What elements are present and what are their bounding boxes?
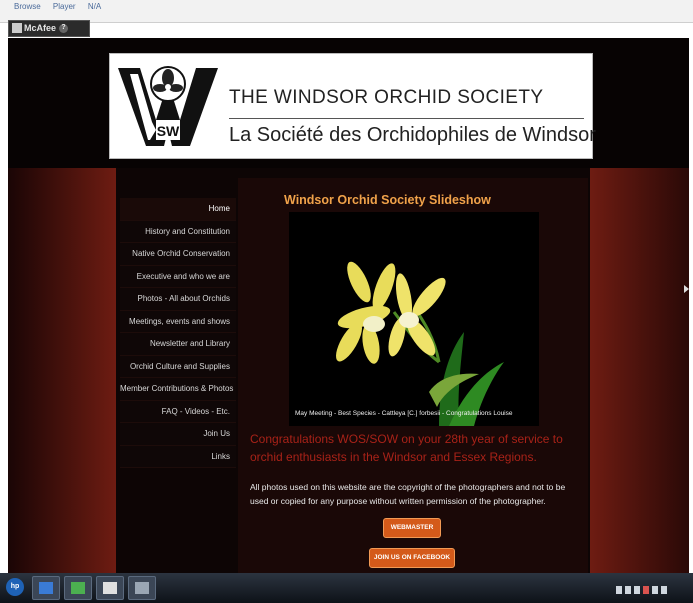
system-tray[interactable]	[616, 581, 670, 594]
browser-link-bar: Browse Player N/A	[0, 0, 693, 23]
taskbar-media-button[interactable]	[128, 576, 156, 600]
orchid-photo	[289, 212, 539, 426]
mcafee-toolbar[interactable]: McAfee?	[8, 20, 90, 37]
slideshow-image[interactable]: May Meeting - Best Species - Cattleya [C…	[289, 212, 539, 426]
nav-item-culture[interactable]: Orchid Culture and Supplies	[120, 355, 236, 378]
webmaster-button[interactable]: WEBMASTER	[383, 518, 441, 538]
tray-icon[interactable]	[661, 586, 667, 594]
nav-item-native-conservation[interactable]: Native Orchid Conservation	[120, 243, 236, 266]
nav-item-home[interactable]: Home	[120, 198, 236, 221]
join-facebook-button[interactable]: JOIN US ON FACEBOOK	[369, 548, 455, 568]
taskbar: hp	[0, 573, 693, 603]
site-title-french: La Société des Orchidophiles de Windsor	[229, 124, 596, 146]
tray-icon[interactable]	[652, 586, 658, 594]
site-title-english: THE WINDSOR ORCHID SOCIETY	[229, 87, 544, 108]
slideshow-title: Windsor Orchid Society Slideshow	[284, 193, 491, 207]
checkbox-icon	[39, 582, 53, 594]
taskbar-network-button[interactable]	[64, 576, 92, 600]
start-button[interactable]: hp	[6, 578, 24, 596]
sidebar-nav: Home History and Constitution Native Orc…	[120, 198, 236, 468]
background-left	[8, 168, 116, 573]
svg-text:SW: SW	[157, 123, 180, 139]
network-icon	[71, 582, 85, 594]
congratulations-text: Congratulations WOS/SOW on your 28th yea…	[250, 432, 563, 464]
nav-item-links[interactable]: Links	[120, 445, 236, 468]
browser-link-player[interactable]: Player	[53, 2, 76, 11]
website-page: SW THE WINDSOR ORCHID SOCIETY La Société…	[8, 38, 689, 573]
help-icon[interactable]: ?	[59, 24, 69, 33]
main-content: Windsor Orchid Society Slideshow May Mee…	[238, 178, 588, 573]
browser-link-browse[interactable]: Browse	[14, 2, 41, 11]
nav-item-faq[interactable]: FAQ - Videos - Etc.	[120, 400, 236, 423]
copyright-notice: All photos used on this website are the …	[250, 482, 566, 506]
background-right	[590, 168, 689, 573]
nav-item-newsletter[interactable]: Newsletter and Library	[120, 333, 236, 356]
tray-icon[interactable]	[616, 586, 622, 594]
scroll-arrow-icon[interactable]	[684, 285, 689, 293]
slide-caption: May Meeting - Best Species - Cattleya [C…	[295, 410, 513, 417]
tray-icon[interactable]	[643, 586, 649, 594]
browser-link-na[interactable]: N/A	[88, 2, 101, 11]
documents-icon	[103, 582, 117, 594]
mcafee-icon	[12, 23, 22, 33]
nav-item-meetings[interactable]: Meetings, events and shows	[120, 310, 236, 333]
tray-icon[interactable]	[634, 586, 640, 594]
taskbar-checkbox-button[interactable]	[32, 576, 60, 600]
nav-item-join-us[interactable]: Join Us	[120, 423, 236, 446]
wos-logo: SW	[118, 66, 218, 146]
tray-icon[interactable]	[625, 586, 631, 594]
nav-item-executive[interactable]: Executive and who we are	[120, 265, 236, 288]
nav-item-history[interactable]: History and Constitution	[120, 220, 236, 243]
nav-item-member-contributions[interactable]: Member Contributions & Photos	[120, 378, 236, 401]
site-header[interactable]: SW THE WINDSOR ORCHID SOCIETY La Société…	[109, 53, 596, 159]
media-icon	[135, 582, 149, 594]
nav-item-photos[interactable]: Photos - All about Orchids	[120, 288, 236, 311]
browser-links: Browse Player N/A	[14, 2, 111, 11]
title-divider	[229, 118, 584, 119]
taskbar-documents-button[interactable]	[96, 576, 124, 600]
mcafee-label: McAfee	[24, 23, 57, 33]
